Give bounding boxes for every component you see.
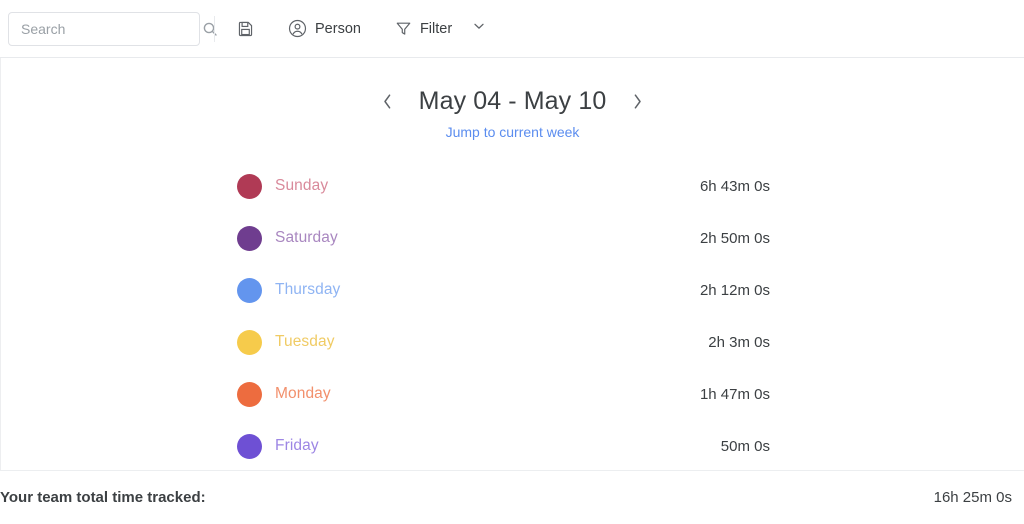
day-color-dot	[237, 173, 262, 199]
save-button[interactable]	[231, 12, 260, 46]
day-name-label: Friday	[275, 437, 319, 454]
funnel-icon	[395, 20, 412, 37]
table-row[interactable]: Monday 1h 47m 0s	[237, 368, 770, 420]
filter-button-label: Filter	[419, 20, 453, 37]
day-duration-value: 2h 12m 0s	[699, 281, 770, 299]
day-list: Sunday 6h 43m 0s Saturday 2h 50m 0s Thur…	[1, 160, 1024, 470]
day-identity: Monday	[237, 381, 331, 407]
week-header: May 04 - May 10 Jump to current week	[1, 58, 1024, 140]
day-identity: Friday	[237, 433, 319, 459]
footer-total-bar: Your team total time tracked: 16h 25m 0s	[0, 470, 1024, 524]
search-box[interactable]	[8, 11, 217, 46]
table-row[interactable]: Thursday 2h 12m 0s	[237, 264, 770, 316]
day-duration-value: 6h 43m 0s	[699, 177, 770, 195]
day-identity: Sunday	[237, 173, 329, 199]
day-name-label: Saturday	[275, 229, 338, 246]
table-row[interactable]: Saturday 2h 50m 0s	[237, 212, 770, 264]
search-icon	[202, 21, 218, 37]
day-name-label: Thursday	[275, 281, 341, 298]
chevron-down-icon	[472, 19, 486, 38]
toolbar: Person Filter	[0, 0, 1024, 58]
person-filter-button[interactable]: Person	[282, 12, 367, 46]
footer-total-value: 16h 25m 0s	[933, 489, 1012, 506]
day-duration-value: 2h 3m 0s	[708, 333, 770, 351]
week-navigator: May 04 - May 10	[371, 84, 655, 118]
time-tracking-app: Person Filter	[0, 0, 1024, 524]
day-color-dot	[237, 277, 262, 303]
day-identity: Tuesday	[237, 329, 335, 355]
footer-total-label: Your team total time tracked:	[0, 489, 206, 506]
day-identity: Saturday	[237, 225, 338, 251]
day-color-dot	[237, 381, 262, 407]
save-floppy-icon	[237, 20, 254, 37]
day-identity: Thursday	[237, 277, 341, 303]
day-color-dot	[237, 329, 262, 355]
next-week-button[interactable]	[620, 84, 654, 118]
table-row[interactable]: Tuesday 2h 3m 0s	[237, 316, 770, 368]
day-name-label: Tuesday	[275, 333, 335, 350]
toolbar-divider	[214, 15, 215, 42]
day-color-dot	[237, 433, 262, 459]
filter-button[interactable]: Filter	[389, 12, 458, 46]
person-circle-icon	[288, 19, 307, 38]
prev-week-button[interactable]	[371, 84, 405, 118]
day-duration-value: 50m 0s	[720, 437, 770, 455]
day-duration-value: 1h 47m 0s	[699, 385, 770, 403]
main-content: May 04 - May 10 Jump to current week Sun…	[0, 58, 1024, 470]
table-row[interactable]: Sunday 6h 43m 0s	[237, 160, 770, 212]
jump-to-current-week-link[interactable]: Jump to current week	[446, 124, 580, 140]
day-duration-value: 2h 50m 0s	[699, 229, 770, 247]
page-title: May 04 - May 10	[418, 86, 607, 115]
day-name-label: Sunday	[275, 177, 329, 194]
day-name-label: Monday	[275, 385, 331, 402]
search-input[interactable]	[21, 20, 202, 37]
filter-dropdown-toggle[interactable]	[472, 19, 486, 38]
person-button-label: Person	[315, 20, 361, 37]
table-row[interactable]: Friday 50m 0s	[237, 420, 770, 470]
day-color-dot	[237, 225, 262, 251]
